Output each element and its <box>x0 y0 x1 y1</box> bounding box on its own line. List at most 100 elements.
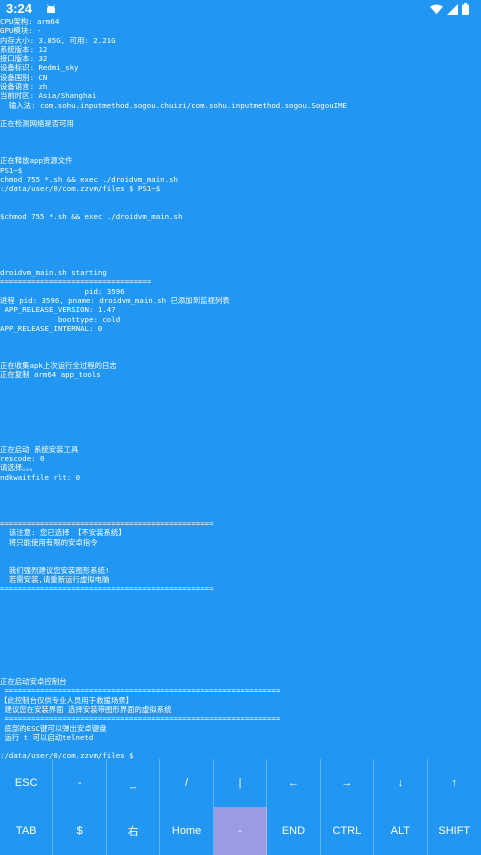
terminal-line: 建议您在安装界面 选择安装带图形界面的虚拟系统 <box>0 704 172 714</box>
down-arrow-key[interactable]: ↓ <box>374 759 428 807</box>
terminal-line: GPU模块: - <box>0 26 42 36</box>
extra-keys-bar: ESC - _ / | ← → ↓ ↑ TAB $ 右 Home - END CTRL ALT SHIFT <box>0 759 481 855</box>
terminal-line: 【此控制台仅供专业人员用于救援场景】 <box>0 695 134 705</box>
terminal-line: 正在启动安卓控制台 <box>0 677 67 687</box>
alt-key[interactable]: ALT <box>374 807 428 855</box>
terminal-line: 设备国别: CN <box>0 72 48 82</box>
terminal-line: droidvm_main.sh starting <box>0 268 107 278</box>
terminal-line: 底部的ESC键可以弹出安卓键盘 <box>0 723 107 733</box>
wifi-icon <box>430 3 443 14</box>
esc-key[interactable]: ESC <box>0 759 54 807</box>
terminal-line: ========================================… <box>0 584 214 594</box>
terminal-line: ========================================… <box>0 714 281 724</box>
terminal-line: 接口版本: 32 <box>0 54 48 64</box>
terminal-line: PS1~$ <box>0 165 23 175</box>
android-debug-icon <box>47 4 55 13</box>
terminal-line: 运行 t 可以启动telnetd <box>0 732 94 742</box>
terminal-line: 设备语言: zh <box>0 82 48 92</box>
terminal-line: 输入法: com.sohu.inputmethod.sogou.chuizi/c… <box>0 100 347 110</box>
terminal-line: ========================================… <box>0 686 281 696</box>
left-arrow-key[interactable]: ← <box>267 759 321 807</box>
terminal-line: 该注意: 您已选择 【不安装系统】 <box>0 528 126 538</box>
terminal-line: rescode: 0 <box>0 453 45 463</box>
status-bar: 3:24 <box>0 0 481 18</box>
underscore-key[interactable]: _ <box>107 759 161 807</box>
terminal-line: 若需安装,请重新运行虚拟电脑 <box>0 574 110 584</box>
up-arrow-key[interactable]: ↑ <box>428 759 481 807</box>
terminal-line: 请选择。。。 <box>0 463 37 473</box>
terminal-line: 系统版本: 12 <box>0 44 48 54</box>
right-key[interactable]: 右 <box>107 807 161 855</box>
terminal-line: boottype: cold <box>0 314 121 324</box>
terminal-line: $chmod 755 *.sh && exec ./droidvm_main.s… <box>0 212 183 222</box>
terminal-line: 将只能使用有限的安卓指令 <box>0 537 98 547</box>
terminal-line: 内存大小: 3.85G, 可用: 2.21G <box>0 35 116 45</box>
terminal-line: ========================================… <box>0 519 214 529</box>
terminal-line: chmod 755 *.sh && exec ./droidvm_main.sh <box>0 175 178 185</box>
terminal-line: 我们强烈建议您安装图形系统! <box>0 565 110 575</box>
terminal-line: 设备标识: Redmi_sky <box>0 63 79 73</box>
terminal-line: :/data/user/0/com.zzvm/files $ <box>0 751 134 759</box>
status-icons <box>430 3 469 15</box>
battery-icon <box>462 3 469 15</box>
terminal-line: :/data/user/0/com.zzvm/files $ PS1~$ <box>0 184 161 194</box>
end-key[interactable]: END <box>267 807 321 855</box>
terminal-line: 正在复制 arm64 app_tools <box>0 370 101 380</box>
terminal-line: 正在检测网络是否可用 <box>0 119 74 129</box>
terminal-line: APP_RELEASE_INTERNAL: 0 <box>0 323 103 333</box>
slash-key[interactable]: / <box>160 759 214 807</box>
shift-key[interactable]: SHIFT <box>428 807 481 855</box>
terminal-line: ndkwaitfile rlt: 0 <box>0 472 81 482</box>
pipe-key[interactable]: | <box>214 759 268 807</box>
terminal-line: CPU架构: arm64 <box>0 17 60 26</box>
minus-key[interactable]: - <box>213 807 268 855</box>
dollar-key[interactable]: $ <box>53 807 107 855</box>
terminal-line: APP_RELEASE_VERSION: 1.47 <box>0 305 116 315</box>
ctrl-key[interactable]: CTRL <box>321 807 375 855</box>
terminal-line: pid: 3596 <box>0 286 125 296</box>
right-arrow-key[interactable]: → <box>321 759 375 807</box>
terminal-line: 当前时区: Asia/Shanghai <box>0 91 97 101</box>
minus-key[interactable]: - <box>53 759 107 807</box>
terminal-line: ================================== <box>0 277 152 287</box>
home-key[interactable]: Home <box>160 807 214 855</box>
terminal-output[interactable]: CPU架构: arm64 GPU模块: - 内存大小: 3.85G, 可用: 2.2… <box>0 17 481 759</box>
terminal-line: 正在收集apk上次运行全过程的日志 <box>0 360 117 370</box>
tab-key[interactable]: TAB <box>0 807 54 855</box>
status-time: 3:24 <box>6 1 33 16</box>
